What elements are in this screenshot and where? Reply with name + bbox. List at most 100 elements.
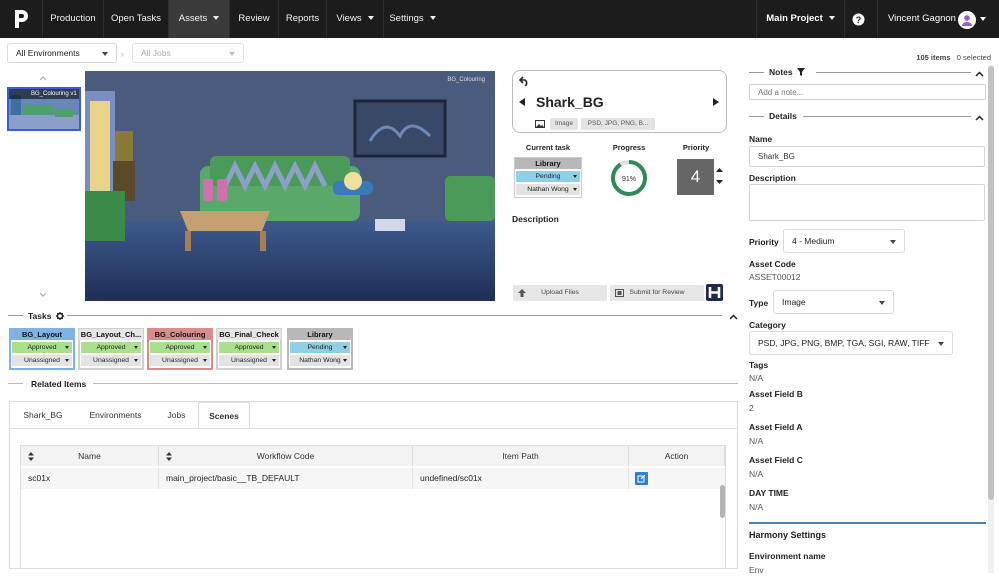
- environment-name-value: Env: [749, 565, 764, 575]
- nav-item-reports[interactable]: Reports: [278, 0, 326, 38]
- task-assignee[interactable]: Nathan Wong: [290, 355, 350, 366]
- column-header[interactable]: Action: [629, 446, 725, 466]
- task-status[interactable]: Approved: [81, 342, 141, 353]
- user-menu[interactable]: Vincent Gagnon: [877, 0, 999, 38]
- day-time-label: DAY TIME: [749, 488, 789, 498]
- table-scrollbar[interactable]: [720, 485, 725, 518]
- collapse-notes-icon[interactable]: [975, 69, 984, 79]
- harmony-settings-title: Harmony Settings: [749, 530, 827, 540]
- type-pill: Image: [550, 118, 578, 130]
- chevron-down-icon: [203, 359, 207, 362]
- gear-icon[interactable]: [55, 312, 64, 320]
- name-field[interactable]: Shark_BG: [749, 146, 985, 167]
- table-cell-path: undefined/sc01x: [413, 468, 629, 489]
- priority-select[interactable]: 4 - Medium: [783, 229, 905, 253]
- priority-stepper[interactable]: [716, 167, 723, 187]
- project-selector[interactable]: Main Project: [756, 0, 844, 38]
- day-time-value: N/A: [749, 502, 764, 512]
- column-header[interactable]: Item Path: [413, 446, 629, 466]
- task-status[interactable]: Pending: [290, 342, 350, 353]
- task-status[interactable]: Approved: [12, 342, 72, 353]
- name-label: Name: [749, 134, 773, 144]
- harmony-icon[interactable]: [706, 284, 723, 301]
- divider: [749, 116, 764, 117]
- category-select[interactable]: PSD, JPG, PNG, BMP, TGA, SGI, RAW, TIFF: [749, 331, 953, 355]
- priority-select-value: 4 - Medium: [792, 236, 835, 246]
- version-thumbnail[interactable]: BG_Colouring v1: [7, 87, 81, 131]
- task-status-text: Pending: [307, 344, 333, 351]
- task-widget[interactable]: BG_Layout_Ch... Approved Unassigned: [78, 328, 144, 370]
- help-button[interactable]: ?: [844, 0, 872, 38]
- column-header[interactable]: Workflow Code: [159, 446, 413, 466]
- collapse-tasks-icon[interactable]: [729, 312, 738, 322]
- nav-item-views[interactable]: Views: [326, 0, 383, 38]
- chevron-down-icon: [203, 346, 207, 349]
- task-assignee-text: Unassigned: [162, 357, 198, 364]
- environment-select-value: All Environments: [16, 48, 80, 58]
- current-task-assignee-text: Nathan Wong: [527, 186, 569, 193]
- nav-item-open-tasks[interactable]: Open Tasks: [103, 0, 168, 38]
- app-logo-icon[interactable]: [0, 0, 42, 38]
- environment-select[interactable]: All Environments: [7, 43, 117, 63]
- chevron-down-icon: [343, 359, 347, 362]
- collapse-details-icon[interactable]: [975, 113, 984, 123]
- task-widget[interactable]: BG_Layout Approved Unassigned: [9, 328, 75, 370]
- media-viewer[interactable]: BG_Colouring: [85, 71, 495, 301]
- tab-jobs[interactable]: Jobs: [155, 402, 198, 428]
- previous-asset-icon[interactable]: [519, 98, 525, 108]
- task-assignee[interactable]: Unassigned: [219, 355, 279, 366]
- nav-item-settings[interactable]: Settings: [383, 0, 441, 38]
- jobs-select[interactable]: All Jobs: [132, 43, 244, 63]
- task-assignee[interactable]: Unassigned: [12, 355, 72, 366]
- chevron-down-icon: [343, 346, 347, 349]
- nav-item-label: Open Tasks: [111, 13, 161, 24]
- nav-item-review[interactable]: Review: [229, 0, 278, 38]
- upload-files-button[interactable]: Upload Files: [513, 285, 607, 301]
- description-label: Description: [512, 214, 559, 224]
- tab-scenes[interactable]: Scenes: [198, 402, 250, 428]
- current-task-status[interactable]: Pending: [516, 171, 580, 182]
- scroll-up-icon[interactable]: [39, 73, 47, 83]
- tab-environments[interactable]: Environments: [76, 402, 155, 428]
- sort-icon: [166, 452, 172, 461]
- environment-name-label: Environment name: [749, 551, 826, 561]
- submit-review-button[interactable]: Submit for Review: [610, 285, 704, 301]
- nav-item-label: Production: [50, 13, 96, 24]
- note-input[interactable]: [749, 84, 986, 100]
- task-widget[interactable]: Library Pending Nathan Wong: [287, 328, 353, 370]
- nav-item-assets[interactable]: Assets: [168, 0, 229, 38]
- tasks-title-text: Tasks: [28, 311, 52, 321]
- undo-icon[interactable]: [518, 76, 530, 88]
- asset-field-a-value: N/A: [749, 436, 764, 446]
- column-header[interactable]: Name: [21, 446, 159, 466]
- tags-value: N/A: [749, 373, 764, 383]
- nav-item-production[interactable]: Production: [42, 0, 103, 38]
- task-status[interactable]: Approved: [150, 342, 210, 353]
- category-label: Category: [749, 320, 786, 330]
- type-select[interactable]: Image: [773, 290, 894, 314]
- edit-icon[interactable]: [635, 472, 648, 485]
- tags-label: Tags: [749, 360, 769, 370]
- right-panel-scrollbar[interactable]: [988, 66, 994, 500]
- task-assignee[interactable]: Unassigned: [150, 355, 210, 366]
- chevron-down-icon: [213, 16, 220, 21]
- task-widget[interactable]: BG_Final_Check Approved Unassigned: [216, 328, 282, 370]
- asset-code-label: Asset Code: [749, 259, 796, 269]
- task-assignee[interactable]: Unassigned: [81, 355, 141, 366]
- next-asset-icon[interactable]: [713, 98, 719, 108]
- column-header-label: Action: [664, 451, 689, 461]
- chevron-down-icon: [134, 359, 138, 362]
- filter-icon[interactable]: [797, 68, 805, 76]
- avatar: [958, 11, 976, 29]
- current-task-assignee[interactable]: Nathan Wong: [516, 184, 580, 195]
- task-widget[interactable]: BG_Colouring Approved Unassigned: [147, 328, 213, 370]
- description-field[interactable]: [749, 184, 985, 221]
- task-assignee-text: Unassigned: [24, 357, 60, 364]
- divider: [8, 315, 23, 316]
- task-status[interactable]: Approved: [219, 342, 279, 353]
- tab-shark-bg[interactable]: Shark_BG: [10, 402, 76, 428]
- current-task-status-text: Pending: [535, 173, 561, 180]
- category-select-value: PSD, JPG, PNG, BMP, TGA, SGI, RAW, TIFF: [758, 338, 930, 348]
- scroll-down-icon[interactable]: [39, 290, 47, 300]
- chevron-down-icon: [65, 346, 69, 349]
